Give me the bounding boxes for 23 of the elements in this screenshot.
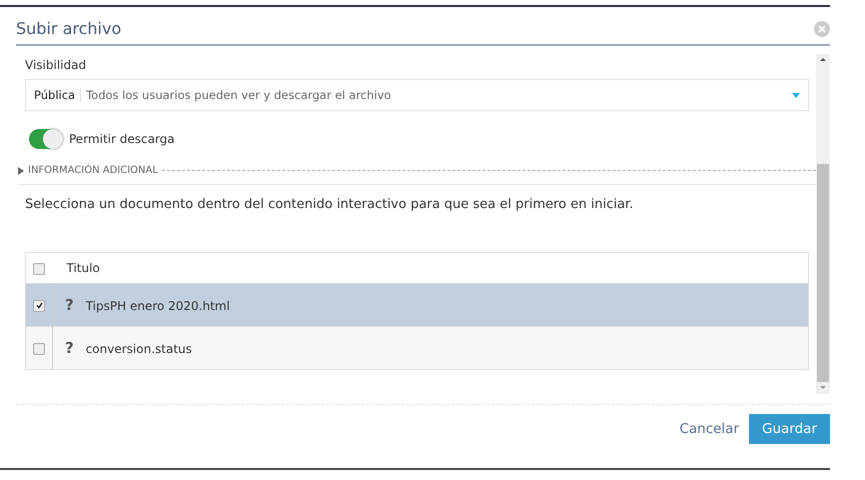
column-header: Titulo: [66, 261, 100, 275]
section-toggle[interactable]: INFORMACIÓN ADICIONAL: [28, 165, 158, 176]
toggle-label: Permitir descarga: [69, 132, 175, 146]
visibility-label: Visibilidad: [25, 58, 86, 72]
instruction-text: Selecciona un documento dentro del contenido interactivo para que sea el primero en iniciar.: [25, 197, 634, 212]
table-row[interactable]: ? TipsPH enero 2020.html: [26, 284, 808, 326]
close-icon[interactable]: [814, 20, 830, 36]
file-type-icon: ?: [65, 296, 74, 314]
row-checkbox[interactable]: [33, 342, 45, 355]
select-all-checkbox[interactable]: [33, 262, 46, 275]
scrollbar[interactable]: [816, 54, 830, 394]
check-icon: [36, 302, 42, 310]
caret-icon: [792, 92, 800, 98]
expand-icon[interactable]: [18, 166, 24, 174]
cancel-button[interactable]: Cancelar: [675, 417, 743, 441]
visibility-dropdown[interactable]: Pública Todos los usuarios pueden ver y descargar el archivo: [25, 79, 809, 111]
download-toggle[interactable]: [29, 129, 63, 149]
file-name: TipsPH enero 2020.html: [86, 299, 230, 313]
row-checkbox[interactable]: [33, 300, 45, 312]
dialog-title: Subir archivo: [16, 19, 122, 38]
file-name: conversion.status: [86, 342, 192, 356]
file-type-icon: ?: [65, 339, 74, 357]
table-row[interactable]: ? conversion.status: [26, 326, 808, 370]
